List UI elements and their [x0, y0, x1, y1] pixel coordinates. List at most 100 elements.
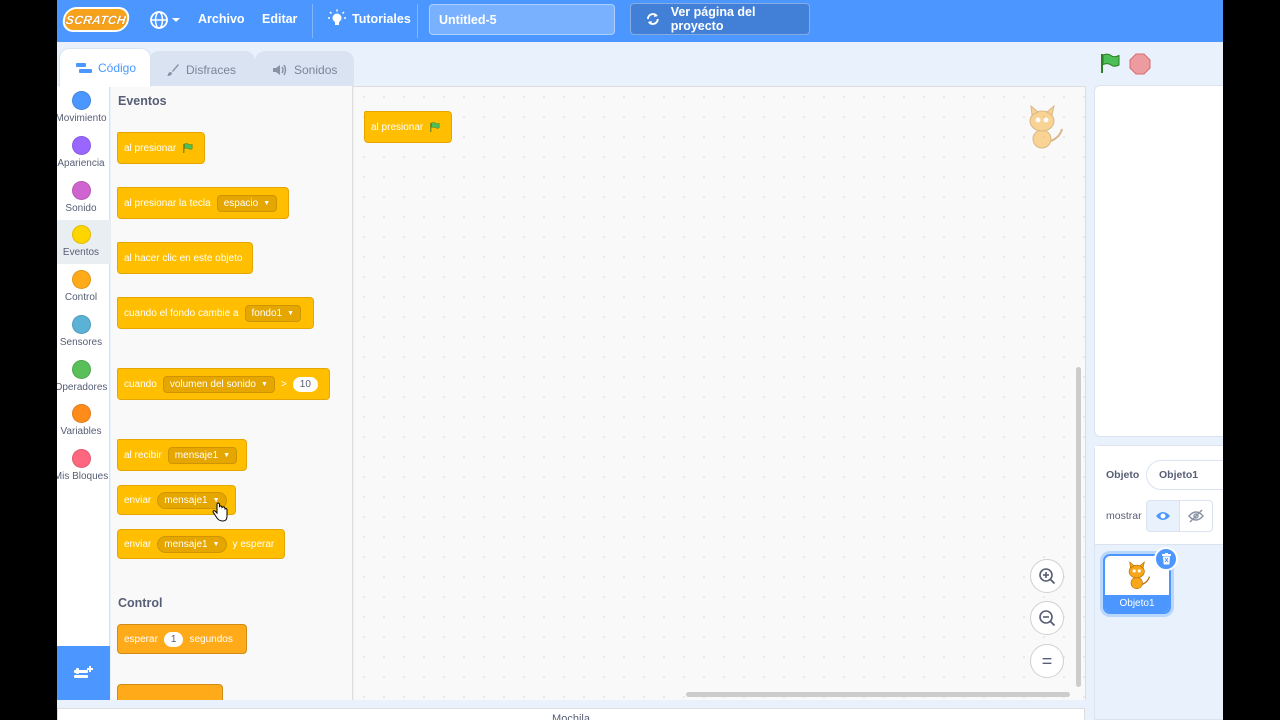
block-when-flag-clicked[interactable]: al presionar [117, 117, 205, 164]
category-events[interactable]: Eventos [57, 220, 115, 264]
block-repeat[interactable] [117, 684, 223, 700]
category-variables[interactable]: Variables [57, 399, 115, 443]
block-palette: Eventos al presionar al presionar la tec… [111, 86, 353, 700]
category-dot-icon [71, 181, 91, 200]
scratch-logo[interactable]: SCRATCH [61, 7, 131, 32]
refresh-icon [646, 13, 659, 25]
stage[interactable] [1094, 85, 1223, 437]
block-when-receive[interactable]: al recibir mensaje1 ▼ [117, 424, 247, 471]
hide-sprite-button[interactable] [1179, 500, 1213, 532]
dropdown-arrow-icon: ▼ [263, 199, 271, 207]
block-when-greater-than[interactable]: cuando volumen del sonido ▼ > 10 [117, 353, 330, 400]
show-sprite-button[interactable] [1146, 500, 1180, 532]
category-label: Movimiento [57, 113, 107, 124]
block-text: cuando el fondo cambie a [124, 307, 239, 319]
workspace-scrollbar-vertical[interactable] [1076, 367, 1081, 687]
backdrop-dropdown[interactable]: fondo1 ▼ [244, 304, 302, 322]
see-project-page-button[interactable]: Ver página del proyecto [630, 3, 810, 35]
workspace-when-flag-clicked[interactable]: al presionar [364, 96, 452, 143]
category-dot-icon [71, 136, 91, 155]
dropdown-value: mensaje1 [164, 538, 208, 550]
block-text: esperar [124, 633, 158, 645]
green-flag-icon [430, 122, 440, 132]
category-motion[interactable]: Movimiento [57, 86, 115, 130]
block-when-backdrop-switches[interactable]: cuando el fondo cambie a fondo1 ▼ [117, 282, 314, 329]
category-label: Sonido [65, 203, 97, 214]
category-dot-icon [71, 91, 91, 110]
tab-code[interactable]: Código [59, 48, 151, 87]
scratch-editor: SCRATCH Archivo Editar Tutoriales Ver pá… [57, 0, 1223, 720]
zoom-reset-button[interactable]: = [1030, 644, 1064, 678]
green-flag-icon [183, 143, 193, 153]
tutorials-label: Tutoriales [352, 12, 411, 26]
stop-button[interactable] [1129, 53, 1151, 75]
category-label: Eventos [62, 247, 100, 258]
block-when-key-pressed[interactable]: al presionar la tecla espacio ▼ [117, 172, 289, 219]
menu-divider [312, 4, 313, 38]
category-dot-icon [71, 449, 91, 468]
dropdown-value: espacio [223, 197, 259, 209]
dropdown-arrow-icon: ▼ [287, 309, 295, 317]
sprite-pane: Objeto mostrar Objeto1 [1094, 445, 1223, 720]
key-dropdown[interactable]: espacio ▼ [216, 194, 278, 212]
sprite-info: Objeto mostrar [1095, 446, 1223, 545]
paintbrush-icon [167, 63, 179, 76]
number-input[interactable]: 1 [163, 631, 184, 647]
category-label: Apariencia [57, 158, 105, 169]
backpack-header[interactable]: Mochila [57, 708, 1085, 720]
tab-costumes[interactable]: Disfraces [149, 51, 255, 87]
trash-icon [1161, 553, 1171, 565]
zoom-in-icon [1039, 568, 1056, 585]
sprite-name-input[interactable] [1146, 460, 1223, 490]
zoom-out-icon [1039, 610, 1056, 627]
edit-menu[interactable]: Editar [262, 12, 297, 26]
dropdown-value: mensaje1 [174, 449, 219, 461]
lightbulb-icon [328, 9, 346, 25]
block-text: al recibir [124, 449, 162, 461]
caret-down-icon [172, 18, 180, 22]
zoom-in-button[interactable] [1030, 559, 1064, 593]
category-dot-icon [71, 404, 91, 423]
category-sound[interactable]: Sonido [57, 176, 115, 220]
menu-divider [417, 4, 418, 38]
category-my-blocks[interactable]: Mis Bloques [57, 444, 115, 488]
sensor-dropdown[interactable]: volumen del sonido ▼ [162, 375, 275, 393]
control-section-title: Control [118, 596, 163, 610]
add-extension-button[interactable] [57, 646, 110, 700]
block-broadcast-and-wait[interactable]: enviar mensaje1 ▼ y esperar [117, 529, 285, 559]
block-wait-seconds[interactable]: esperar 1 segundos [117, 624, 247, 654]
dropdown-arrow-icon: ▼ [223, 451, 231, 459]
cat-sprite-icon [1128, 561, 1151, 590]
category-dot-icon [71, 225, 91, 244]
eye-icon [1156, 512, 1170, 520]
block-text: enviar [124, 538, 152, 550]
message-dropdown[interactable]: mensaje1 ▼ [167, 446, 238, 464]
dropdown-arrow-icon: ▼ [212, 540, 220, 548]
zoom-out-button[interactable] [1030, 601, 1064, 635]
category-control[interactable]: Control [57, 265, 115, 309]
green-flag-button[interactable] [1099, 52, 1121, 74]
menu-bar: SCRATCH Archivo Editar Tutoriales Ver pá… [57, 0, 1223, 42]
category-operators[interactable]: Operadores [57, 355, 115, 399]
language-menu[interactable] [149, 10, 181, 30]
hand-cursor-icon [212, 502, 228, 522]
file-menu[interactable]: Archivo [198, 12, 245, 26]
category-dot-icon [71, 270, 91, 289]
script-workspace[interactable]: al presionar = [354, 86, 1086, 700]
number-input[interactable]: 10 [292, 376, 318, 392]
project-title-input[interactable] [429, 4, 615, 35]
block-text: al presionar la tecla [124, 197, 211, 209]
workspace-scrollbar-horizontal[interactable] [686, 692, 1070, 697]
block-text: enviar [124, 494, 152, 506]
category-looks[interactable]: Apariencia [57, 131, 115, 175]
tab-sounds[interactable]: Sonidos [255, 51, 354, 87]
tutorials-button[interactable]: Tutoriales [328, 9, 411, 29]
sprite-label: Objeto [1106, 469, 1140, 481]
see-project-label: Ver página del proyecto [670, 5, 756, 33]
delete-sprite-button[interactable] [1154, 547, 1178, 571]
category-sensing[interactable]: Sensores [57, 310, 115, 354]
dropdown-value: volumen del sonido [169, 378, 256, 390]
message-dropdown[interactable]: mensaje1 ▼ [157, 535, 227, 553]
block-when-sprite-clicked[interactable]: al hacer clic en este objeto [117, 227, 253, 274]
block-text: cuando [124, 378, 157, 390]
